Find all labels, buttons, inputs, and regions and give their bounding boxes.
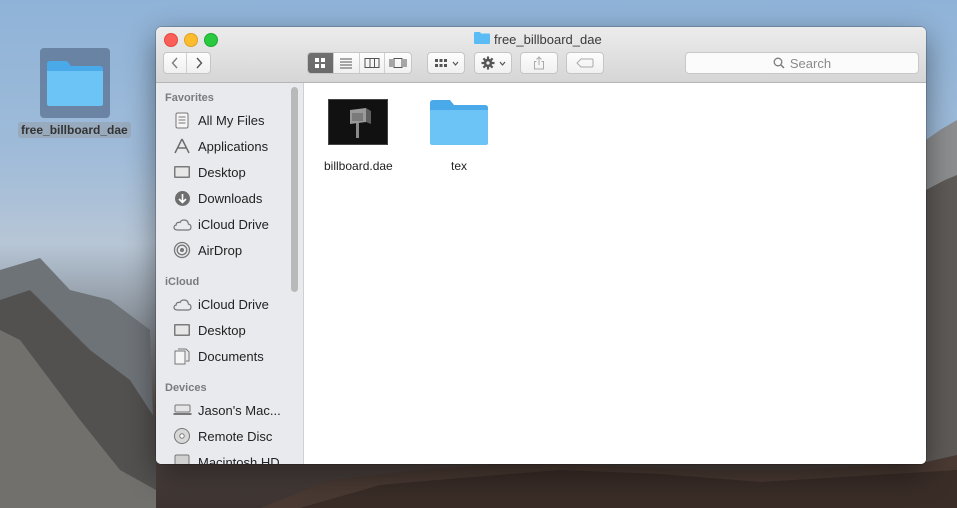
action-button[interactable] bbox=[474, 52, 512, 74]
column-view-button[interactable] bbox=[360, 53, 386, 73]
share-button[interactable] bbox=[520, 52, 558, 74]
desktop-folder-label[interactable]: free_billboard_dae bbox=[18, 122, 131, 138]
sidebar-item-documents[interactable]: Documents bbox=[172, 345, 264, 367]
chevron-left-icon bbox=[171, 57, 178, 69]
sidebar-item-label: Desktop bbox=[198, 322, 246, 338]
sidebar-item-label: Jason's Mac... bbox=[198, 402, 281, 418]
cloud-icon bbox=[172, 215, 192, 233]
cloud-icon bbox=[172, 295, 192, 313]
cover-flow-button[interactable] bbox=[385, 53, 411, 73]
sidebar-item-label: Applications bbox=[198, 138, 269, 154]
disc-icon bbox=[172, 427, 192, 445]
desktop-icon bbox=[172, 321, 192, 339]
applications-icon bbox=[172, 137, 192, 155]
file-name: billboard.dae bbox=[324, 159, 393, 173]
search-icon bbox=[773, 57, 785, 69]
navigation-buttons bbox=[163, 52, 211, 74]
3d-model-thumbnail-icon bbox=[328, 99, 389, 145]
file-name: tex bbox=[450, 159, 467, 173]
toolbar: free_billboard_dae Search bbox=[156, 27, 926, 83]
arrange-button[interactable] bbox=[427, 52, 465, 74]
sidebar-scrollbar[interactable] bbox=[291, 87, 298, 292]
desktop-folder-icon[interactable] bbox=[40, 48, 110, 118]
sidebar-item-airdrop[interactable]: AirDrop bbox=[172, 239, 242, 261]
chevron-down-icon bbox=[452, 61, 458, 66]
gear-icon bbox=[481, 56, 494, 70]
downloads-icon bbox=[172, 189, 192, 207]
chevron-right-icon bbox=[196, 57, 202, 69]
back-button[interactable] bbox=[164, 53, 188, 73]
sidebar-item-applications[interactable]: Applications bbox=[172, 135, 268, 157]
close-button[interactable] bbox=[164, 33, 178, 47]
sidebar-section-icloud: iCloud bbox=[165, 276, 200, 288]
tags-button[interactable] bbox=[566, 52, 604, 74]
sidebar-item-label: AirDrop bbox=[198, 242, 243, 258]
arrange-icon bbox=[434, 59, 447, 67]
sidebar-item-desktop[interactable]: Desktop bbox=[172, 161, 246, 183]
all-files-icon bbox=[172, 111, 192, 129]
computer-icon bbox=[172, 401, 192, 419]
sidebar: Favorites All My Files Applications Desk… bbox=[156, 83, 304, 464]
sidebar-item-label: iCloud Drive bbox=[198, 296, 269, 312]
minimize-button[interactable] bbox=[184, 33, 198, 47]
documents-icon bbox=[172, 347, 192, 365]
sidebar-item-remote-disc[interactable]: Remote Disc bbox=[172, 425, 272, 447]
view-mode-selector bbox=[307, 52, 412, 74]
cover-flow-icon bbox=[389, 58, 407, 68]
forward-button[interactable] bbox=[187, 53, 210, 73]
sidebar-item-label: All My Files bbox=[198, 112, 265, 128]
window-title: free_billboard_dae bbox=[474, 31, 602, 47]
window-title-text: free_billboard_dae bbox=[494, 31, 602, 47]
folder-icon bbox=[430, 100, 488, 145]
airdrop-icon bbox=[172, 241, 192, 259]
sidebar-item-jasons-mac[interactable]: Jason's Mac... bbox=[172, 399, 281, 421]
search-placeholder: Search bbox=[789, 55, 832, 71]
chevron-down-icon bbox=[499, 61, 505, 66]
sidebar-item-label: Downloads bbox=[198, 190, 263, 206]
column-view-icon bbox=[364, 58, 380, 68]
sidebar-item-icloud-drive-2[interactable]: iCloud Drive bbox=[172, 293, 269, 315]
file-item-tex[interactable]: tex bbox=[428, 97, 490, 173]
list-view-button[interactable] bbox=[334, 53, 360, 73]
zoom-button[interactable] bbox=[204, 33, 218, 47]
sidebar-section-devices: Devices bbox=[165, 382, 207, 394]
file-browser: billboard.dae tex bbox=[304, 83, 926, 464]
sidebar-item-label: iCloud Drive bbox=[198, 216, 269, 232]
sidebar-item-all-my-files[interactable]: All My Files bbox=[172, 109, 264, 131]
sidebar-item-icloud-desktop[interactable]: Desktop bbox=[172, 319, 246, 341]
sidebar-item-label: Macintosh HD bbox=[198, 454, 280, 465]
finder-window: free_billboard_dae Search Favorites All … bbox=[156, 27, 926, 464]
sidebar-item-label: Desktop bbox=[198, 164, 246, 180]
sidebar-item-label: Documents bbox=[198, 348, 264, 364]
harddisk-icon bbox=[172, 453, 192, 464]
search-field[interactable]: Search bbox=[685, 52, 919, 74]
folder-icon bbox=[474, 31, 490, 47]
sidebar-item-macintosh-hd[interactable]: Macintosh HD bbox=[172, 451, 280, 464]
list-view-icon bbox=[340, 58, 353, 69]
sidebar-item-downloads[interactable]: Downloads bbox=[172, 187, 262, 209]
sidebar-item-label: Remote Disc bbox=[198, 428, 273, 444]
file-item-billboard[interactable]: billboard.dae bbox=[324, 99, 393, 173]
sidebar-item-icloud-drive[interactable]: iCloud Drive bbox=[172, 213, 269, 235]
sidebar-section-favorites: Favorites bbox=[165, 92, 214, 104]
tag-icon bbox=[576, 58, 594, 68]
icon-view-icon bbox=[315, 58, 326, 68]
desktop-icon bbox=[172, 163, 192, 181]
icon-view-button[interactable] bbox=[308, 53, 334, 73]
share-icon bbox=[534, 56, 544, 70]
